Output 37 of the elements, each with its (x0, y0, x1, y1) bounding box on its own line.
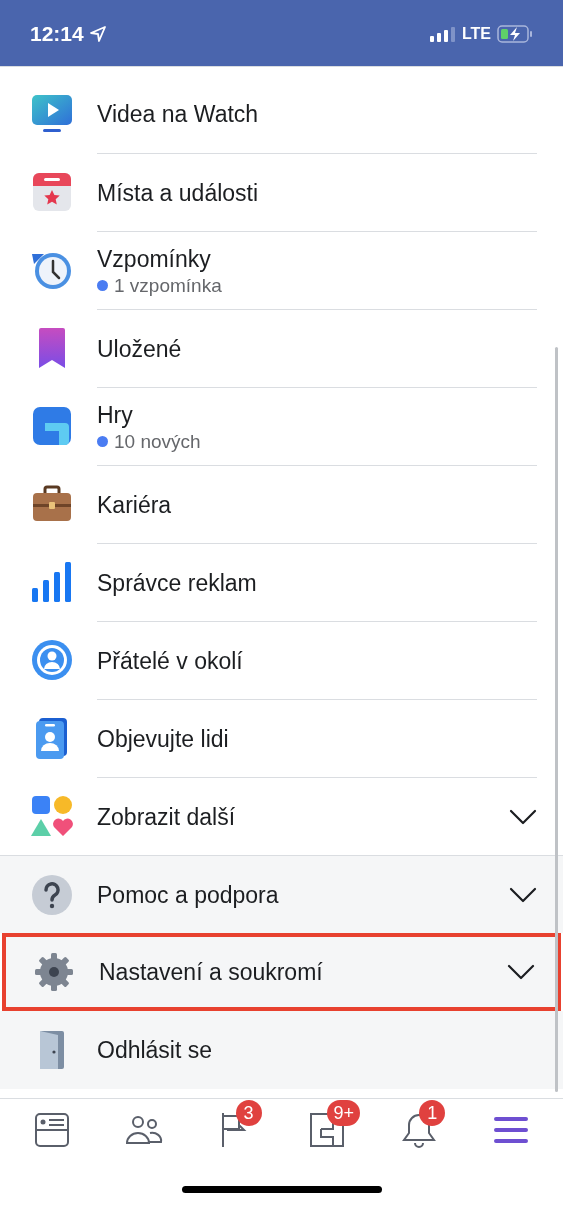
battery-charging-icon (497, 25, 533, 43)
calendar-icon (30, 170, 74, 214)
menu-item-label: Odhlásit se (97, 1036, 214, 1065)
menu-item-label: Objevujte lidi (97, 724, 230, 754)
notification-badge: 3 (235, 1099, 262, 1126)
menu-item-subtitle: 1 vzpomínka (114, 273, 222, 298)
network-type: LTE (461, 24, 491, 44)
notification-badge: 9+ (327, 1099, 360, 1126)
news-feed-icon (32, 1110, 71, 1149)
menu-item[interactable]: Odhlásit se (0, 1011, 563, 1089)
signal-icon (429, 26, 456, 42)
menu-item-label: Nastavení a soukromí (99, 958, 324, 987)
chevron-icon (509, 886, 537, 903)
menu-item-label: Přátelé v okolí (97, 646, 244, 676)
help-icon (30, 872, 74, 917)
menu-item-label: Místa a události (97, 178, 260, 208)
location-arrow-icon (89, 26, 106, 42)
menu-item-label: Vzpomínky (97, 244, 212, 274)
nearby-friends-icon (30, 638, 74, 682)
menu-item-label: Kariéra (97, 490, 173, 520)
menu-item[interactable]: Nastavení a soukromí (2, 933, 561, 1011)
menu-item-label: Správce reklam (97, 568, 258, 598)
chevron-icon (509, 808, 537, 825)
notification-badge: 1 (419, 1099, 446, 1126)
menu-item-label: Hry (97, 400, 134, 430)
menu-item-label: Zobrazit další (97, 802, 237, 832)
clock-time: 12:14 (30, 21, 84, 48)
menu-item-subtitle: 10 nových (114, 429, 201, 454)
shapes-icon (30, 794, 74, 838)
menu-item-label: Pomoc a podpora (97, 880, 280, 910)
menu-item-label: Videa na Watch (97, 100, 260, 129)
menu-item[interactable]: Pomoc a podpora (0, 855, 563, 933)
bar-chart-icon (30, 560, 74, 604)
chevron-icon (507, 964, 535, 980)
menu-item-label: Uložené (97, 334, 183, 364)
settings-icon (32, 950, 76, 994)
games-icon (30, 404, 74, 448)
